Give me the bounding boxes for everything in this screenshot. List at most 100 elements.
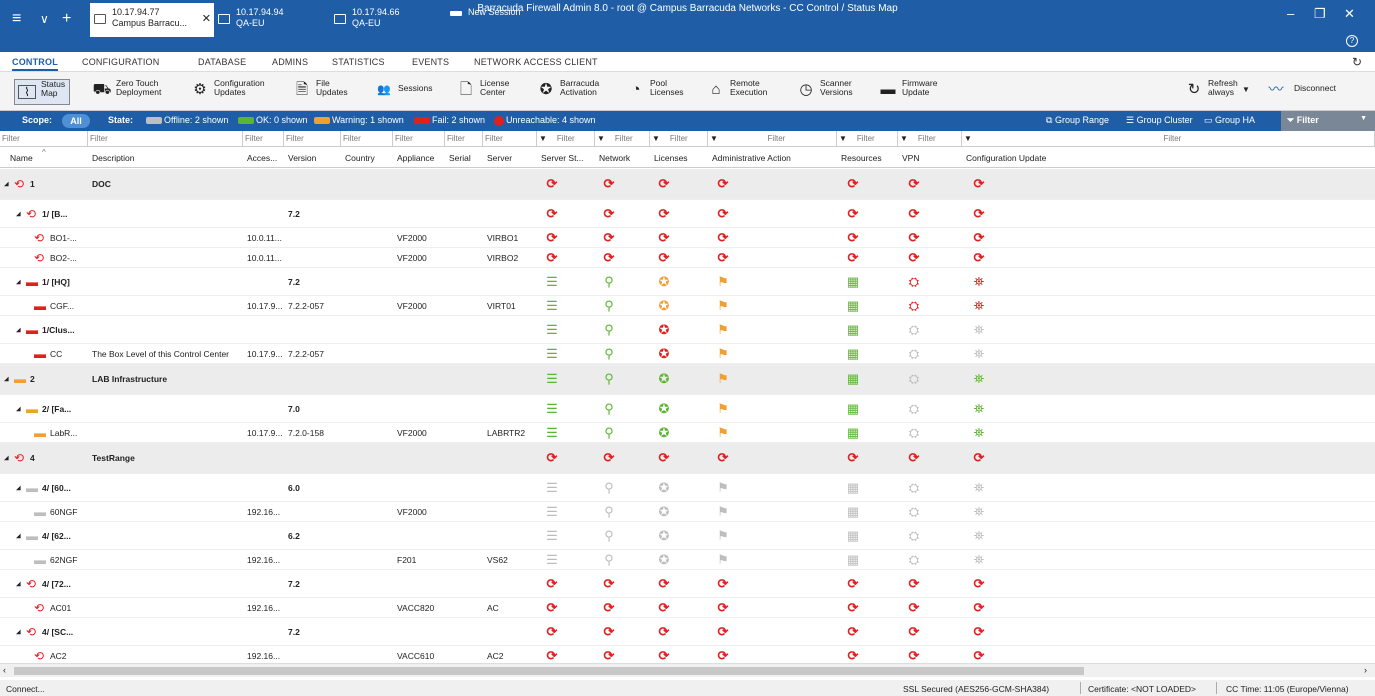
column-header[interactable]: Country [345, 153, 375, 163]
table-row[interactable]: ◢ ⟲ 4/ [SC... 7.2 ⟳ ⟳ ⟳ ⟳ ⟳ ⟳ ⟳ [0, 618, 1375, 646]
column-header[interactable]: Resources [841, 153, 882, 163]
warning-status-icon[interactable]: ⚑ [716, 425, 730, 440]
warning-status-icon[interactable]: ⚑ [716, 346, 730, 361]
unreachable-status-icon[interactable]: ⟳ [545, 451, 559, 465]
ok-status-icon[interactable]: ▦ [846, 425, 860, 440]
offline-status-icon[interactable]: ⛯ [972, 480, 986, 495]
session-tab-campus[interactable]: 10.17.94.77 Campus Barracu... ✕ [90, 3, 214, 37]
unreachable-status-icon[interactable]: ⟳ [846, 624, 860, 639]
offline-status-icon[interactable]: ☰ [545, 480, 559, 495]
restore-button[interactable]: ❐ [1314, 6, 1326, 22]
column-header[interactable]: Description [92, 153, 135, 163]
offline-status-icon[interactable]: ⛭ [907, 425, 921, 440]
new-session-tab[interactable]: New Session [446, 3, 556, 37]
unreachable-status-icon[interactable]: ⟳ [657, 451, 671, 465]
offline-status-icon[interactable]: ✪ [657, 504, 671, 519]
unreachable-status-icon[interactable]: ⟳ [716, 576, 730, 591]
unreachable-status-icon[interactable]: ⟳ [657, 250, 671, 265]
status-map-button[interactable]: ⌇ Status Map [14, 79, 70, 105]
expand-arrow-icon[interactable]: ◢ [16, 278, 21, 285]
session-tab-qa-eu-2[interactable]: 10.17.94.66 QA-EU [330, 3, 440, 37]
unreachable-status-icon[interactable]: ⟳ [657, 576, 671, 591]
unreachable-status-icon[interactable]: ⟳ [657, 177, 671, 191]
unreachable-status-icon[interactable]: ⟳ [907, 624, 921, 639]
unreachable-status-icon[interactable]: ⟳ [657, 648, 671, 663]
expand-arrow-icon[interactable]: ◢ [16, 210, 21, 217]
offline-status-icon[interactable]: ▦ [846, 552, 860, 567]
offline-status-icon[interactable]: ⛯ [972, 528, 986, 543]
table-row[interactable]: ◢ ⟲ 1 DOC ⟳ ⟳ ⟳ ⟳ ⟳ ⟳ ⟳ [0, 169, 1375, 200]
offline-status-icon[interactable]: ⚑ [716, 480, 730, 495]
minimize-button[interactable]: – [1287, 6, 1294, 21]
unreachable-status-icon[interactable]: ⟳ [602, 600, 616, 615]
unreachable-status-icon[interactable]: ⟳ [972, 576, 986, 591]
offline-status-icon[interactable]: ⚑ [716, 528, 730, 543]
scanner-versions-button[interactable]: ◷ Scanner Versions [796, 79, 852, 105]
offline-status-icon[interactable]: ⚲ [602, 480, 616, 495]
ok-status-icon[interactable]: ☰ [545, 346, 559, 361]
table-row[interactable]: ▬ LabR... 10.17.9... 7.2.0-158 VF2000 LABRTR2… [0, 423, 1375, 443]
offline-status-icon[interactable]: ▦ [846, 504, 860, 519]
unreachable-status-icon[interactable]: ⟳ [972, 451, 986, 465]
state-fail[interactable]: Fail: 2 shown [414, 115, 485, 125]
filter-dropdown-icon[interactable]: ▼ [652, 134, 660, 143]
unreachable-status-icon[interactable]: ⟳ [545, 230, 559, 245]
unreachable-status-icon[interactable]: ⟳ [907, 600, 921, 615]
unreachable-status-icon[interactable]: ⟳ [602, 177, 616, 191]
offline-status-icon[interactable]: ⛭ [907, 372, 921, 386]
table-row[interactable]: ▬ CGF... 10.17.9... 7.2.2-057 VF2000 VIRT01 ☰ ⚲… [0, 296, 1375, 316]
unreachable-status-icon[interactable]: ⟳ [716, 624, 730, 639]
state-warning[interactable]: Warning: 1 shown [314, 115, 404, 125]
unreachable-status-icon[interactable]: ⟳ [846, 230, 860, 245]
fail-status-icon[interactable]: ✪ [657, 322, 671, 337]
offline-status-icon[interactable]: ⛭ [907, 401, 921, 416]
unreachable-status-icon[interactable]: ⟳ [602, 624, 616, 639]
table-row[interactable]: ◢ ▬ 4/ [60... 6.0 ☰ ⚲ ✪ ⚑ ▦ ⛭ ⛯ [0, 474, 1375, 502]
ok-status-icon[interactable]: ☰ [545, 298, 559, 313]
ok-status-icon[interactable]: ▦ [846, 322, 860, 337]
table-row[interactable]: ⟲ BO2-... 10.0.11... VF2000 VIRBO2 ⟳ ⟳ ⟳ ⟳ ⟳ ⟳ ⟳ [0, 248, 1375, 268]
table-row[interactable]: ◢ ▬ 2/ [Fa... 7.0 ☰ ⚲ ✪ ⚑ ▦ ⛭ ⛯ [0, 395, 1375, 423]
table-row[interactable]: ▬ CC The Box Level of this Control Center 1… [0, 344, 1375, 364]
column-filter-13[interactable]: ▼ Filter [898, 131, 962, 147]
unreachable-status-icon[interactable]: ⟳ [907, 177, 921, 191]
unreachable-status-icon[interactable]: ⟳ [545, 648, 559, 663]
file-updates-button[interactable]: 🗎 File Updates [292, 79, 348, 105]
group-cluster-button[interactable]: ☰ Group Cluster [1126, 115, 1193, 126]
ok-status-icon[interactable]: ☰ [545, 401, 559, 416]
expand-arrow-icon[interactable]: ◢ [16, 580, 21, 587]
table-row[interactable]: ◢ ⟲ 1/ [B... 7.2 ⟳ ⟳ ⟳ ⟳ ⟳ ⟳ ⟳ [0, 200, 1375, 228]
offline-status-icon[interactable]: ▦ [846, 480, 860, 495]
remote-execution-button[interactable]: ⌂ Remote Execution [706, 79, 767, 105]
offline-status-icon[interactable]: ⚲ [602, 528, 616, 543]
column-header[interactable]: Server St... [541, 153, 584, 163]
horizontal-scrollbar[interactable]: ‹ › [0, 663, 1375, 677]
warning-status-icon[interactable]: ⚑ [716, 401, 730, 416]
column-filter-5[interactable]: Filter [393, 131, 445, 147]
scroll-right-icon[interactable]: › [1364, 665, 1367, 675]
offline-status-icon[interactable]: ⛭ [907, 322, 921, 337]
offline-status-icon[interactable]: ⛯ [972, 322, 986, 337]
unreachable-status-icon[interactable]: ⟳ [545, 177, 559, 191]
fail-status-icon[interactable]: ⛯ [972, 298, 986, 313]
ok-status-icon[interactable]: ▦ [846, 401, 860, 416]
ok-status-icon[interactable]: ⛯ [972, 401, 986, 416]
unreachable-status-icon[interactable]: ⟳ [972, 250, 986, 265]
unreachable-status-icon[interactable]: ⟳ [846, 206, 860, 221]
column-filter-6[interactable]: Filter [445, 131, 483, 147]
warning-status-icon[interactable]: ✪ [657, 298, 671, 313]
help-icon[interactable]: ? [1346, 35, 1358, 47]
column-filter-7[interactable]: Filter [483, 131, 537, 147]
unreachable-status-icon[interactable]: ⟳ [602, 250, 616, 265]
close-window-button[interactable]: ✕ [1344, 6, 1355, 22]
offline-status-icon[interactable]: ⛯ [972, 504, 986, 519]
column-filter-2[interactable]: Filter [243, 131, 284, 147]
unreachable-status-icon[interactable]: ⟳ [846, 600, 860, 615]
unreachable-status-icon[interactable]: ⟳ [716, 250, 730, 265]
expand-arrow-icon[interactable]: ◢ [16, 326, 21, 333]
ok-status-icon[interactable]: ⚲ [602, 274, 616, 289]
ok-status-icon[interactable]: ✪ [657, 425, 671, 440]
ok-status-icon[interactable]: ☰ [545, 322, 559, 337]
license-center-button[interactable]: 🗋 License Center [456, 79, 509, 105]
menu-database[interactable]: DATABASE [198, 57, 246, 67]
